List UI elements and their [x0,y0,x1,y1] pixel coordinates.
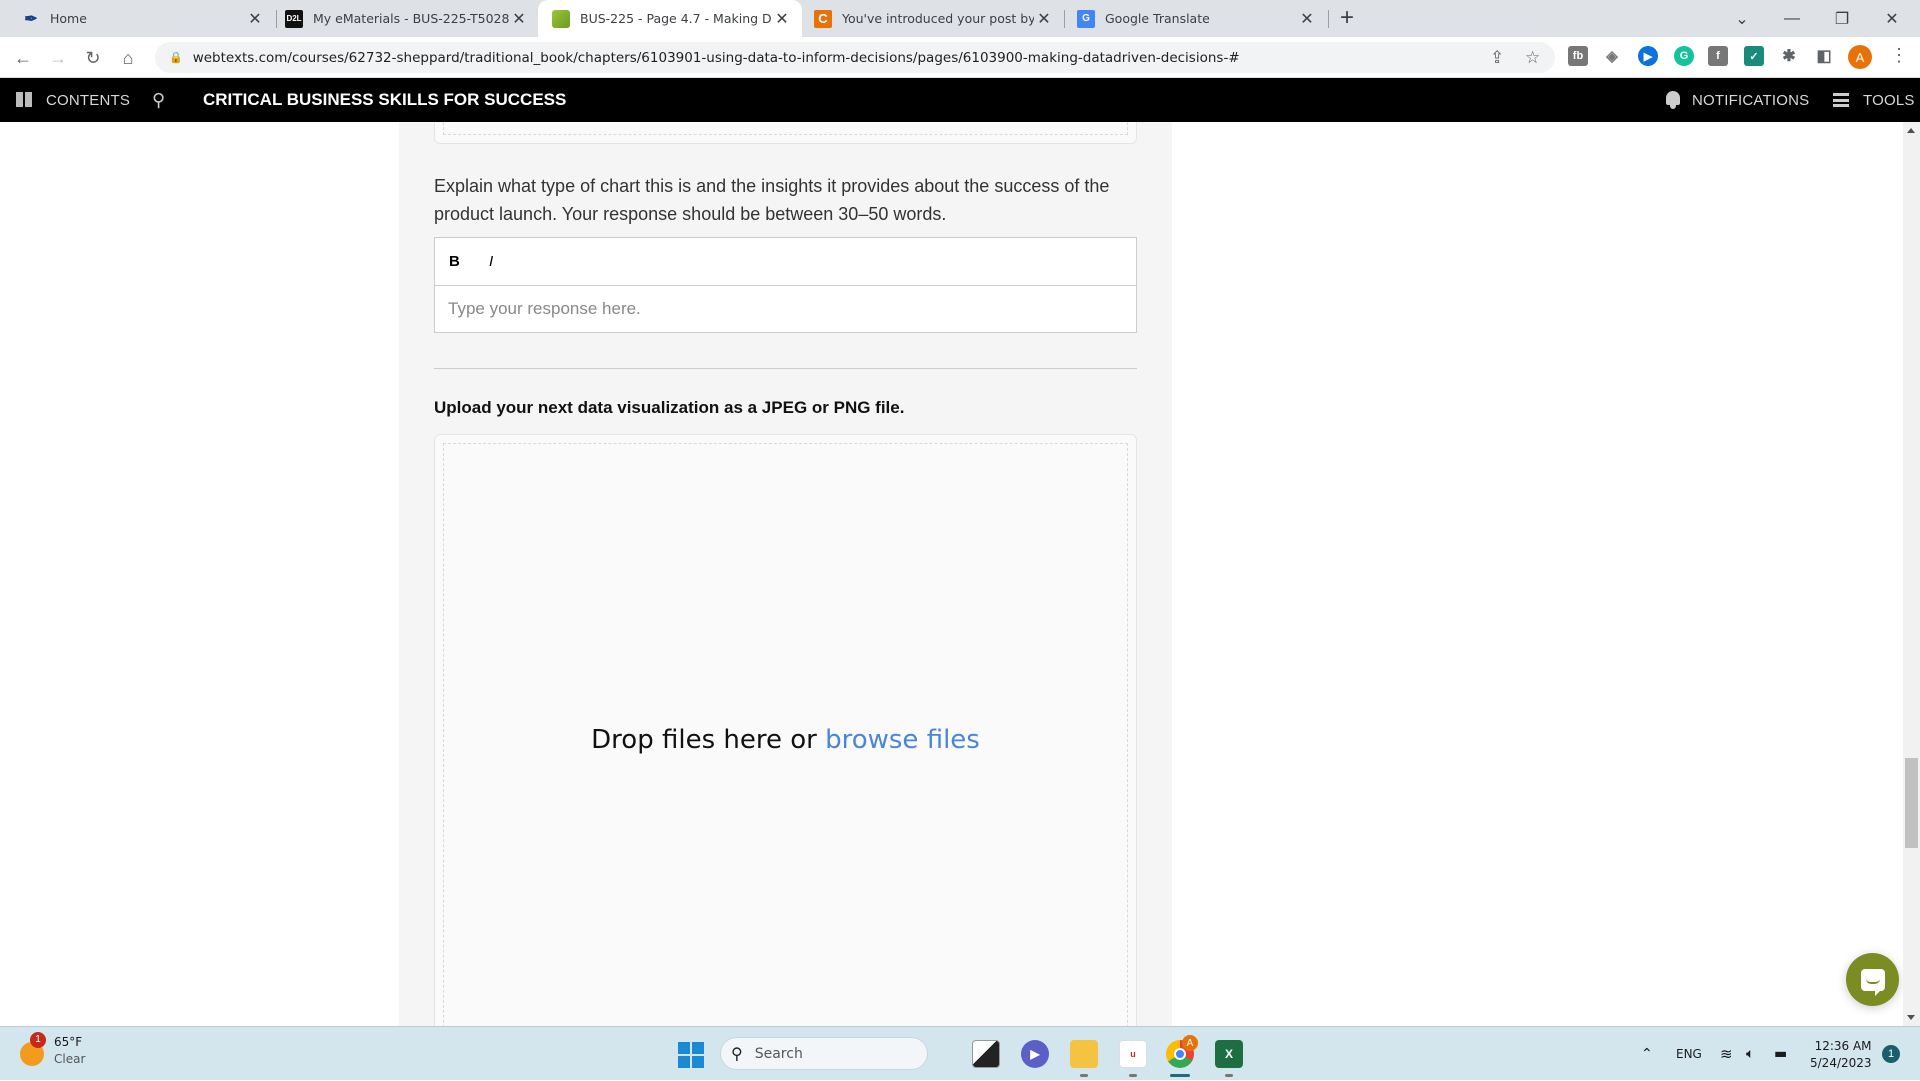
running-indicator [1129,1074,1137,1077]
d2l-icon: D2L [285,9,303,28]
tab-separator [1328,10,1329,28]
search-icon[interactable]: ⚲ [152,78,165,122]
sidepanel-icon[interactable]: ◧ [1814,46,1834,66]
question-prompt: Explain what type of chart this is and t… [434,176,1110,224]
close-tab-icon[interactable]: ✕ [772,9,792,29]
weather-desc: Clear [54,1052,86,1066]
running-indicator [1225,1074,1233,1077]
running-indicator [1080,1074,1088,1077]
response-textarea[interactable]: Type your response here. [435,286,1136,332]
wifi-icon[interactable]: ≋ [1720,1027,1733,1081]
file-dropzone[interactable]: Drop files here or browse files [434,434,1137,1026]
weather-badge: 1 [30,1031,46,1048]
new-tab-button[interactable]: + [1340,4,1354,32]
address-bar[interactable]: 🔒 webtexts.com/courses/62732-sheppard/tr… [155,42,1555,73]
forward-button[interactable]: → [45,45,71,71]
notifications-button[interactable]: NOTIFICATIONS [1664,78,1809,122]
battery-icon[interactable]: ▬ [1774,1027,1787,1081]
site-header: CONTENTS ⚲ CRITICAL BUSINESS SKILLS FOR … [0,78,1920,122]
response-editor: B I Type your response here. [434,237,1137,333]
google-translate-icon: G [1077,9,1095,28]
previous-upload-dropzone [434,122,1137,144]
scrollbar-thumb[interactable] [1905,758,1918,848]
tools-button[interactable]: TOOLS [1833,78,1915,122]
scroll-down-arrow-icon[interactable] [1907,1015,1915,1020]
contents-button[interactable]: CONTENTS [16,78,130,122]
notification-center-badge[interactable]: 1 [1882,1045,1900,1063]
browse-files-link[interactable]: browse files [825,725,980,755]
teams-chat-icon[interactable]: ▶ [1021,1040,1049,1068]
menu-icon [1833,93,1849,107]
scroll-up-arrow-icon[interactable] [1907,128,1915,133]
f-icon[interactable]: f [1708,46,1728,66]
share-icon[interactable]: ⇪ [1490,48,1504,68]
close-window-button[interactable]: ✕ [1864,0,1920,37]
browser-toolbar: ← → ↻ ⌂ 🔒 webtexts.com/courses/62732-she… [0,37,1920,78]
weather-moon-icon: 1 [20,1031,46,1066]
section-divider [434,368,1137,369]
url-text[interactable]: webtexts.com/courses/62732-sheppard/trad… [193,50,1240,66]
show-hidden-icons-chevron-icon[interactable]: ⌃ [1641,1027,1653,1081]
drop-text: Drop files here or browse files [591,725,980,755]
page-scrollbar[interactable] [1903,122,1920,1026]
chat-bubble-icon [1860,968,1885,996]
chat-button[interactable] [1846,953,1899,1006]
windows-start-icon[interactable] [678,1042,704,1068]
profile-avatar[interactable]: A [1848,45,1872,69]
file-explorer-icon[interactable] [1070,1040,1098,1068]
bookmark-star-icon[interactable]: ☆ [1525,48,1540,68]
italic-button[interactable]: I [489,253,529,270]
browser-menu-icon[interactable]: ⋮ [1890,45,1908,66]
fb-icon[interactable]: fb [1568,46,1588,66]
weather-widget[interactable]: 1 65°F Clear [20,1031,86,1066]
close-tab-icon[interactable]: ✕ [509,9,529,29]
content-column: Explain what type of chart this is and t… [399,122,1172,1026]
reload-button[interactable]: ↻ [80,45,106,71]
close-tab-icon[interactable]: ✕ [1034,9,1054,29]
chrome-profile-badge: A [1182,1035,1198,1051]
editor-toolbar: B I [435,238,1136,286]
close-tab-icon[interactable]: ✕ [1297,9,1317,29]
check-icon[interactable]: ✓ [1744,46,1764,66]
puzzle-icon[interactable]: ✱ [1779,46,1799,66]
tab-google-translate[interactable]: G Google Translate ✕ [1065,0,1327,37]
taskbar-search[interactable]: ⚲ Search [720,1037,928,1070]
task-view-icon[interactable] [972,1040,1000,1068]
close-tab-icon[interactable]: ✕ [245,9,265,29]
home-button[interactable]: ⌂ [115,45,141,71]
tab-search-chevron-icon[interactable]: ⌄ [1714,0,1770,37]
browser-tab-strip: ✒ Home ✕ D2L My eMaterials - BUS-225-T50… [0,0,1920,37]
keyboard-app-icon[interactable]: u [1119,1040,1147,1068]
active-indicator [1170,1074,1190,1077]
page-content: Explain what type of chart this is and t… [0,122,1903,1026]
lock-icon: 🔒 [169,52,183,64]
tag-icon[interactable]: ◈ [1602,46,1622,66]
bell-icon [1664,90,1682,110]
taskbar-clock[interactable]: 12:36 AM 5/24/2023 [1810,1038,1872,1072]
tab-bus-225-page[interactable]: BUS-225 - Page 4.7 - Making Dat ✕ [538,0,802,37]
search-icon: ⚲ [731,1045,743,1063]
play-icon[interactable]: ▶ [1638,46,1658,66]
book-icon [16,92,32,108]
book-title: CRITICAL BUSINESS SKILLS FOR SUCCESS [203,90,567,109]
clock-time: 12:36 AM [1814,1039,1872,1053]
volume-icon[interactable]: 🔈︎ [1746,1027,1754,1081]
c-icon: C [814,9,832,28]
restore-button[interactable]: ❐ [1814,0,1870,37]
weather-temp: 65°F [54,1035,83,1049]
minimize-button[interactable]: — [1764,0,1820,37]
webtexts-icon [552,9,570,28]
windows-taskbar: 1 65°F Clear ⚲ Search ▶ u A X ⌃ ENG ≋ 🔈︎… [0,1026,1920,1080]
upload-instructions: Upload your next data visualization as a… [434,398,905,417]
grammarly-icon[interactable]: G [1674,46,1694,66]
tab-my-ematerials[interactable]: D2L My eMaterials - BUS-225-T5028 ( ✕ [277,0,539,37]
bold-button[interactable]: B [449,253,489,270]
tab-introduced-post[interactable]: C You've introduced your post by e ✕ [802,0,1064,37]
clock-date: 5/24/2023 [1810,1056,1872,1070]
feather-icon: ✒ [24,10,38,28]
tab-home[interactable]: ✒ Home ✕ [0,0,275,37]
back-button[interactable]: ← [10,45,36,71]
language-indicator[interactable]: ENG [1676,1027,1702,1081]
excel-icon[interactable]: X [1215,1040,1243,1068]
